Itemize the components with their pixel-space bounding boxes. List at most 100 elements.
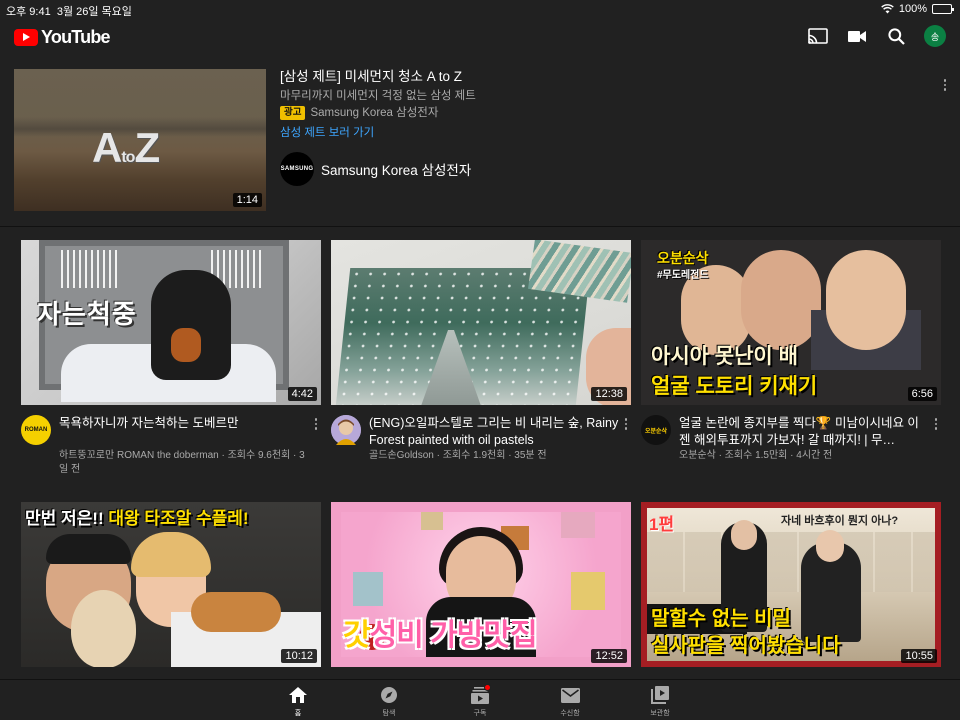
thumb-face [731, 520, 757, 550]
video-title[interactable]: (ENG)오일파스텔로 그리는 비 내리는 숲, Rainy Forest pa… [369, 415, 619, 449]
status-bar: 오후 9:41 3월 26일 목요일 100% [0, 0, 960, 18]
thumb-panels [647, 532, 935, 592]
video-thumbnail[interactable]: 자는척중 4:42 [21, 240, 321, 405]
ad-thumb-a: A [92, 124, 122, 171]
ad-thumbnail[interactable]: AtoZ 1:14 [14, 69, 266, 211]
video-card: 오분순삭 #무도레전드 아시아 못난이 배 얼굴 도토리 키재기 6:56 오분… [641, 240, 941, 475]
search-icon[interactable] [885, 25, 907, 47]
status-date: 3월 26일 목요일 [56, 6, 132, 18]
thumb-line2: 실사판을 찍어봤습니다 [651, 635, 841, 657]
notification-dot [484, 684, 491, 691]
ad-cta-link[interactable]: 삼성 제트 보러 가기 [280, 125, 900, 141]
nav-library[interactable]: 보관함 [630, 684, 690, 718]
account-avatar[interactable]: 송 [924, 25, 946, 47]
thumb-bag [571, 572, 605, 610]
thumb-question: 자네 바흐후이 뭔지 아나? [781, 515, 899, 527]
ad-channel[interactable]: SAMSUNG Samsung Korea 삼성전자 [280, 152, 900, 186]
video-subtitle: 하트뚱꼬로만 ROMAN the doberman · 조회수 9.6천회 · … [59, 450, 305, 475]
thumb-bag [353, 572, 383, 606]
status-time-date: 오후 9:41 3월 26일 목요일 [6, 3, 132, 19]
thumb-line2: 얼굴 도토리 키재기 [651, 375, 818, 398]
ad-description: 마무리까지 미세먼지 걱정 없는 삼성 제트 [280, 90, 476, 102]
home-icon [287, 684, 309, 706]
bottom-navigation: 홈 탐색 구독 수신함 보관함 [0, 679, 960, 720]
video-card: 자는척중 4:42 ROMAN 목욕하자니까 자는척하는 도베르만 하트뚱꼬로만… [21, 240, 321, 475]
ad-advertiser-line: 광고 Samsung Korea 삼성전자 [280, 105, 900, 121]
ad-badge: 광고 [280, 106, 306, 120]
cast-icon[interactable] [807, 25, 829, 47]
battery-percent: 100% [898, 3, 927, 15]
status-time: 오후 9:41 [6, 6, 51, 18]
app-header: YouTube 송 [0, 18, 960, 54]
status-indicators: 100% [881, 3, 954, 15]
thumb-bag [561, 512, 595, 538]
nav-inbox[interactable]: 수신함 [540, 684, 600, 718]
video-card: 갓성비 가방맛집 12:52 [331, 502, 631, 667]
more-options-icon[interactable] [940, 77, 950, 93]
thumb-line1: 말할수 없는 비밀 [651, 608, 791, 630]
header-actions: 송 [807, 25, 946, 47]
channel-avatar[interactable]: 오분순삭 [641, 415, 671, 445]
thumb-caption: 자는척중 [37, 299, 137, 329]
nav-label: 탐색 [382, 710, 396, 717]
nav-subscriptions[interactable]: 구독 [450, 684, 510, 718]
video-meta: 오분순삭 얼굴 논란에 종지부를 찍다🏆 미남이시네요 이젠 해외투표까지 가보… [641, 405, 941, 475]
thumb-caption: 갓성비 가방맛집 [343, 610, 538, 654]
ad-thumb-to: to [121, 149, 135, 166]
duration-badge: 4:42 [287, 387, 317, 401]
thumb-caption-a: 갓 [343, 619, 371, 652]
thumb-hair [131, 532, 211, 577]
ad-thumb-z: Z [134, 124, 160, 171]
video-subtitle: 골드손Goldson · 조회수 1.9천회 · 35분 전 [369, 450, 547, 461]
samsung-logo: SAMSUNG [280, 152, 314, 186]
thumb-tag: 오분순삭 [657, 250, 709, 266]
duration-badge: 12:38 [591, 387, 627, 401]
nav-explore[interactable]: 탐색 [359, 684, 419, 718]
thumb-title-b: 대왕 타조알 수플레! [108, 509, 249, 528]
duration-badge: 1:14 [232, 193, 262, 207]
logo-text: YouTube [41, 27, 111, 47]
ad-title[interactable]: [삼성 제트] 미세먼지 청소 A to Z [280, 68, 900, 86]
thumb-face [816, 530, 844, 562]
video-thumbnail[interactable]: 12:38 [331, 240, 631, 405]
thumb-line1: 아시아 못난이 배 [651, 345, 798, 368]
goldson-avatar-icon [331, 415, 361, 445]
channel-avatar[interactable] [331, 415, 361, 445]
thumb-hair [46, 534, 131, 564]
camera-icon[interactable] [846, 25, 868, 47]
video-thumbnail[interactable]: 갓성비 가방맛집 12:52 [331, 502, 631, 667]
more-options-icon[interactable] [621, 416, 631, 432]
thumb-face [741, 250, 821, 350]
thumb-bag [421, 512, 443, 530]
more-options-icon[interactable] [311, 416, 321, 432]
duration-badge: 10:12 [281, 649, 317, 663]
promoted-ad: AtoZ 1:14 [삼성 제트] 미세먼지 청소 A to Z 마무리까지 미… [0, 54, 960, 226]
thumb-dog-tan [171, 328, 201, 362]
video-meta: (ENG)오일파스텔로 그리는 비 내리는 숲, Rainy Forest pa… [331, 405, 631, 475]
nav-label: 수신함 [560, 710, 580, 717]
video-title[interactable]: 목욕하자니까 자는척하는 도베르만 [59, 415, 309, 449]
video-card: 12:38 (ENG)오일파스텔로 그리는 비 내리는 숲, Rainy For… [331, 240, 631, 475]
channel-avatar[interactable]: ROMAN [21, 415, 51, 445]
duration-badge: 6:56 [907, 387, 937, 401]
duration-badge: 10:55 [901, 649, 937, 663]
nav-home[interactable]: 홈 [268, 684, 328, 718]
more-options-icon[interactable] [931, 416, 941, 432]
video-title[interactable]: 얼굴 논란에 종지부를 찍다🏆 미남이시네요 이젠 해외투표까지 가보자! 갈 … [679, 415, 929, 449]
thumb-title-a: 만번 저은!! [25, 509, 109, 528]
wifi-icon [881, 4, 894, 14]
explore-icon [378, 684, 400, 706]
video-card: 1편 자네 바흐후이 뭔지 아나? 말할수 없는 비밀 실사판을 찍어봤습니다 … [641, 502, 941, 667]
divider [0, 226, 960, 227]
video-subtitle: 오분순삭 · 조회수 1.5만회 · 4시간 전 [679, 450, 833, 461]
library-icon [649, 684, 671, 706]
video-thumbnail[interactable]: 만번 저은!! 대왕 타조알 수플레! 10:12 [21, 502, 321, 667]
thumb-episode: 1편 [649, 515, 675, 534]
thumb-dog [151, 270, 231, 380]
video-thumbnail[interactable]: 오분순삭 #무도레전드 아시아 못난이 배 얼굴 도토리 키재기 6:56 [641, 240, 941, 405]
youtube-logo[interactable]: YouTube [14, 27, 111, 48]
ad-channel-name: Samsung Korea 삼성전자 [321, 163, 472, 178]
ad-advertiser: Samsung Korea 삼성전자 [310, 107, 439, 119]
ad-info: [삼성 제트] 미세먼지 청소 A to Z 마무리까지 미세먼지 걱정 없는 … [280, 68, 900, 186]
video-thumbnail[interactable]: 1편 자네 바흐후이 뭔지 아나? 말할수 없는 비밀 실사판을 찍어봤습니다 … [641, 502, 941, 667]
